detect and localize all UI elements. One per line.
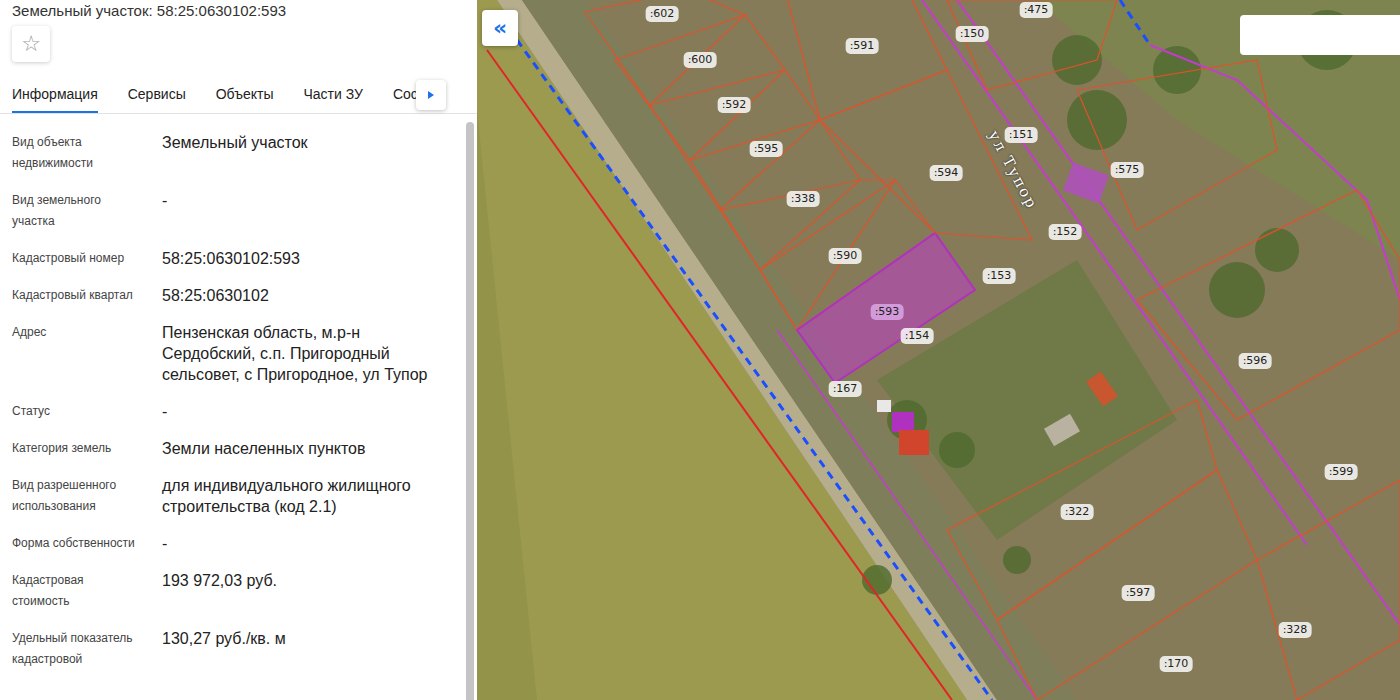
parcel-label[interactable]: :328	[1279, 622, 1312, 638]
parcel-label[interactable]: :153	[983, 268, 1016, 284]
parcel-label[interactable]: :475	[1020, 2, 1053, 18]
field-row: АдресПензенская область, м.р-н Сердобски…	[12, 322, 457, 401]
parcel-label[interactable]: :600	[684, 52, 717, 68]
map-image[interactable]	[477, 0, 1400, 700]
field-label: Вид земельного участка	[12, 190, 162, 232]
field-value: Земли населенных пунктов	[162, 438, 457, 459]
collapse-button[interactable]: «	[482, 10, 518, 46]
field-row: Вид земельного участка-	[12, 190, 457, 248]
field-row: Кадастровый номер58:25:0630102:593	[12, 248, 457, 285]
parcel-label[interactable]: :170	[1160, 656, 1193, 672]
search-input[interactable]	[1240, 15, 1400, 55]
parcel-label[interactable]: :593	[871, 304, 904, 320]
parcel-label[interactable]: :592	[718, 97, 751, 113]
field-label: Адрес	[12, 322, 162, 385]
field-value: для индивидуального жилищного строительс…	[162, 475, 457, 517]
tab[interactable]: Информация	[12, 78, 98, 113]
parcel-label[interactable]: :595	[750, 141, 783, 157]
parcel-label[interactable]: :602	[646, 6, 679, 22]
parcel-label[interactable]: :575	[1111, 162, 1144, 178]
field-value: 58:25:0630102	[162, 285, 457, 306]
field-label: Вид разрешенного использования	[12, 475, 162, 517]
field-label: Категория земель	[12, 438, 162, 459]
tab[interactable]: Объекты	[216, 78, 274, 113]
field-label: Удельный показатель кадастровой	[12, 628, 162, 670]
field-row: Статус-	[12, 401, 457, 438]
field-value: 193 972,03 руб.	[162, 570, 457, 612]
tab[interactable]: Части ЗУ	[303, 78, 362, 113]
panel-title: Земельный участок: 58:25:0630102:593	[0, 0, 477, 20]
parcel-label[interactable]: :167	[829, 381, 862, 397]
parcel-label[interactable]: :596	[1239, 353, 1272, 369]
field-value: Пензенская область, м.р-н Сердобский, с.…	[162, 322, 457, 385]
field-label: Кадастровая стоимость	[12, 570, 162, 612]
field-row: Удельный показатель кадастровой130,27 ру…	[12, 628, 457, 686]
field-row: Вид объекта недвижимостиЗемельный участо…	[12, 132, 457, 190]
arrow-right-icon	[426, 89, 436, 101]
info-panel: Земельный участок: 58:25:0630102:593 ☆ Инф…	[0, 0, 477, 700]
parcel-label[interactable]: :152	[1049, 224, 1082, 240]
field-value: 130,27 руб./кв. м	[162, 628, 457, 670]
field-row: Форма собственности-	[12, 533, 457, 570]
field-row: Вид разрешенного использованиядля индиви…	[12, 475, 457, 533]
favorite-button[interactable]: ☆	[12, 26, 50, 62]
field-label: Кадастровый квартал	[12, 285, 162, 306]
parcel-label[interactable]: :150	[956, 26, 989, 42]
parcel-label[interactable]: :590	[829, 248, 862, 264]
field-value: -	[162, 401, 457, 422]
field-row: Категория земельЗемли населенных пунктов	[12, 438, 457, 475]
map[interactable]: ул Тупор:602:600:591:592:595:594:338:590…	[477, 0, 1400, 700]
field-row: Кадастровый квартал58:25:0630102	[12, 285, 457, 322]
tabs: ИнформацияСервисыОбъектыЧасти ЗУСоста	[0, 78, 477, 114]
field-label: Вид объекта недвижимости	[12, 132, 162, 174]
field-value: Земельный участок	[162, 132, 457, 174]
parcel-label[interactable]: :338	[787, 191, 820, 207]
page: Земельный участок: 58:25:0630102:593 ☆ Инф…	[0, 0, 1400, 700]
field-row: Кадастровая стоимость193 972,03 руб.	[12, 570, 457, 628]
parcel-label[interactable]: :597	[1122, 585, 1155, 601]
scrollbar-thumb[interactable]	[466, 122, 474, 700]
tab[interactable]: Сервисы	[128, 78, 186, 113]
field-label: Кадастровый номер	[12, 248, 162, 269]
parcel-label[interactable]: :151	[1005, 127, 1038, 143]
field-label: Статус	[12, 401, 162, 422]
field-label: Форма собственности	[12, 533, 162, 554]
parcel-label[interactable]: :154	[901, 328, 934, 344]
parcel-label[interactable]: :322	[1061, 504, 1094, 520]
parcel-label[interactable]: :591	[846, 38, 879, 54]
field-value: 58:25:0630102:593	[162, 248, 457, 269]
field-value: -	[162, 533, 457, 554]
field-value: -	[162, 190, 457, 232]
parcel-label[interactable]: :594	[930, 165, 963, 181]
parcel-label[interactable]: :599	[1325, 464, 1358, 480]
tabs-scroll-button[interactable]	[416, 80, 446, 110]
field-list: Вид объекта недвижимостиЗемельный участо…	[0, 114, 477, 686]
